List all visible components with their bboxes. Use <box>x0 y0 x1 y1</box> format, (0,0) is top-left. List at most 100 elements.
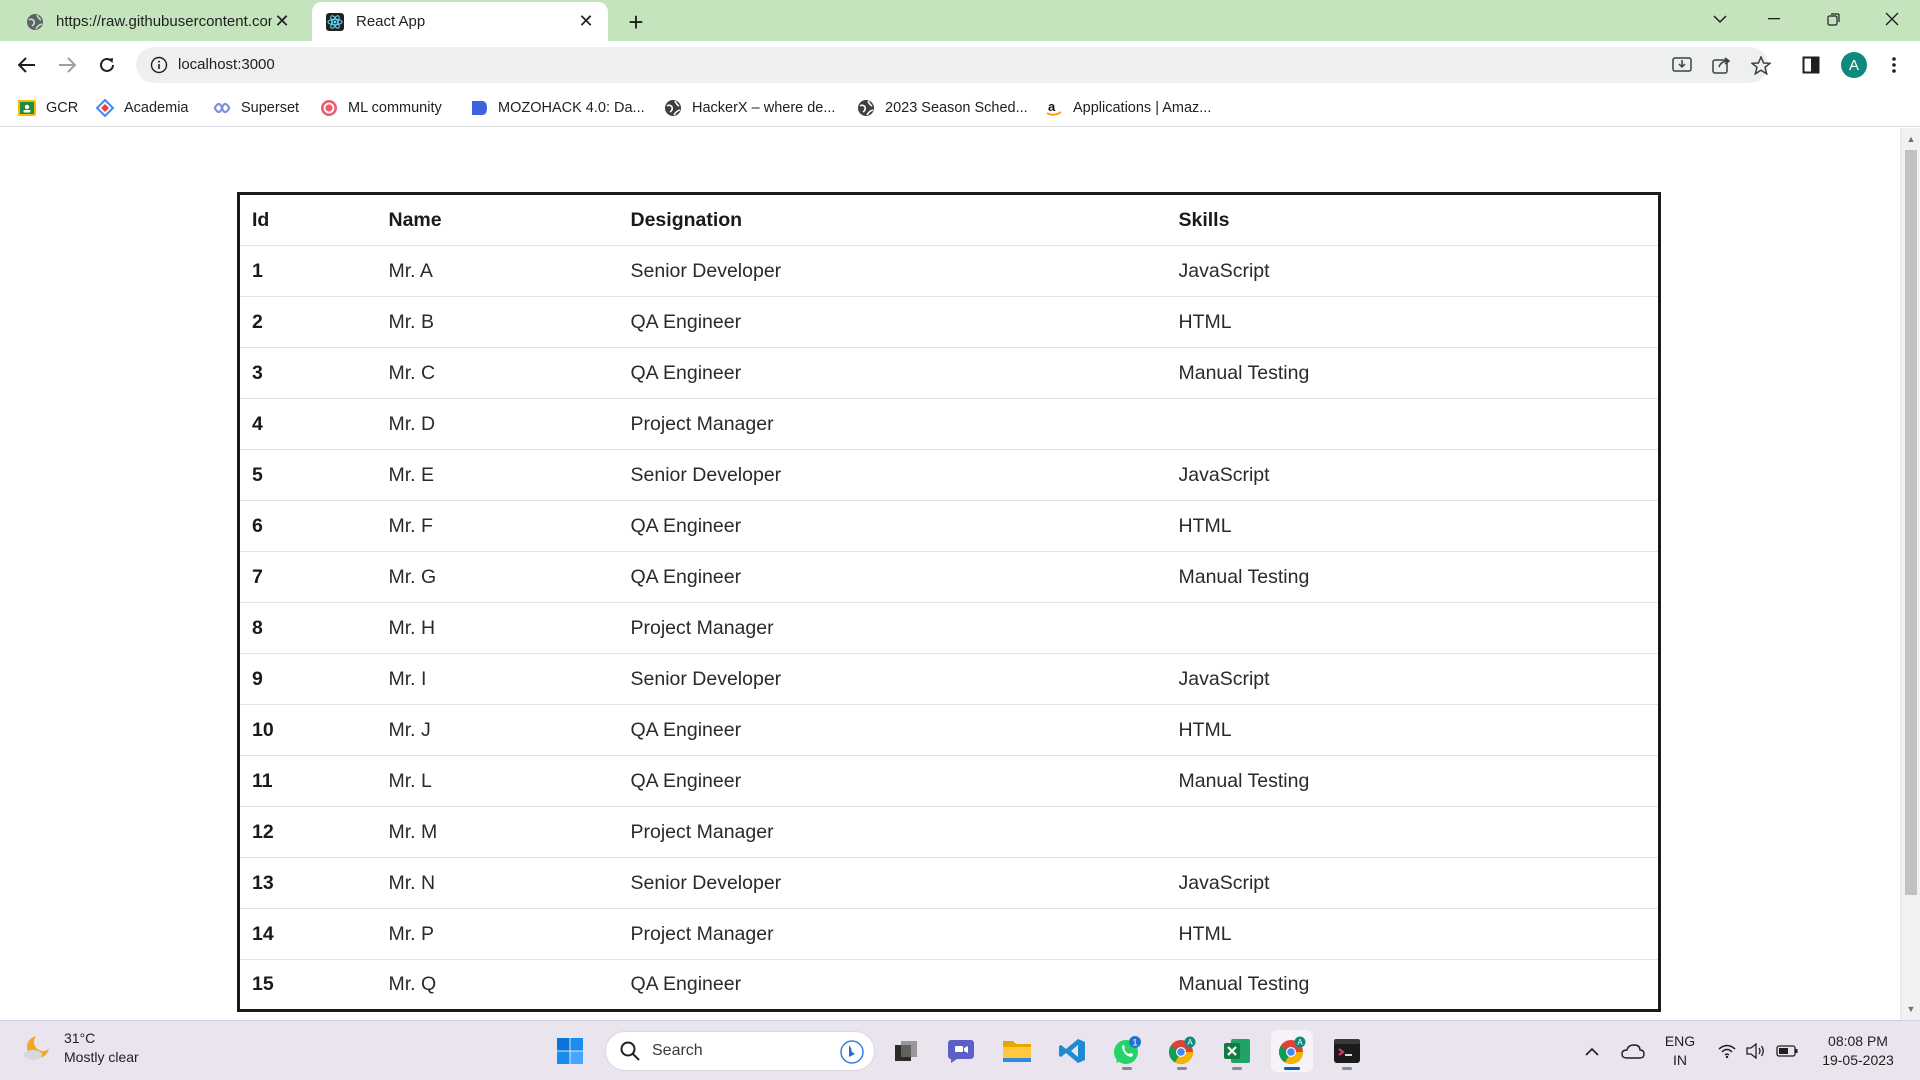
cell-skills: HTML <box>1166 500 1660 552</box>
cell-skills <box>1166 806 1660 858</box>
reload-icon <box>100 57 114 72</box>
star-icon[interactable] <box>1750 55 1772 75</box>
cell-id: 6 <box>238 500 377 552</box>
mozohack-icon <box>470 99 488 117</box>
taskbar-search[interactable]: Search <box>605 1031 875 1071</box>
task-view-icon <box>895 1041 917 1061</box>
cell-skills: Manual Testing <box>1166 755 1660 807</box>
arrow-left-icon <box>18 57 35 73</box>
restore-button[interactable] <box>1805 0 1861 38</box>
bookmark-label: Applications | Amaz... <box>1073 100 1212 116</box>
taskbar-app-vscode[interactable] <box>1051 1030 1093 1072</box>
weather-widget[interactable]: 31°C Mostly clear <box>22 1029 139 1067</box>
cell-id: 14 <box>238 908 377 960</box>
table-row: 10 Mr. J QA Engineer HTML <box>238 704 1660 756</box>
cell-skills: HTML <box>1166 704 1660 756</box>
cell-skills: HTML <box>1166 908 1660 960</box>
cell-skills: JavaScript <box>1166 653 1660 705</box>
cell-id: 5 <box>238 449 377 501</box>
new-tab-button[interactable]: + <box>622 7 650 37</box>
bookmark-superset[interactable]: Superset <box>213 96 299 120</box>
cloud-icon <box>1621 1044 1645 1059</box>
cell-designation: Senior Developer <box>618 449 1167 501</box>
tab-search-button[interactable] <box>1692 0 1748 38</box>
minimize-icon <box>1768 18 1780 20</box>
cell-designation: Senior Developer <box>618 857 1167 909</box>
system-clock[interactable]: 08:08 PM 19-05-2023 <box>1810 1032 1906 1070</box>
tab-react-app[interactable]: React App ✕ <box>312 2 608 41</box>
windows-taskbar: 31°C Mostly clear Search 1 A A ENG IN 08… <box>0 1020 1920 1080</box>
site-info-icon[interactable] <box>150 56 168 74</box>
bookmark-label: 2023 Season Sched... <box>885 100 1028 116</box>
profile-button[interactable]: A <box>1840 51 1868 79</box>
kebab-menu-icon <box>1892 57 1896 73</box>
employee-table: Id Name Designation Skills 1 Mr. A Senior … <box>237 192 1661 1012</box>
quick-settings-button[interactable] <box>1713 1021 1803 1080</box>
taskbar-app-chrome-active[interactable]: A <box>1271 1030 1313 1072</box>
tab-github-raw[interactable]: https://raw.githubusercontent.com ✕ <box>8 2 304 41</box>
taskbar-app-whatsapp[interactable]: 1 <box>1106 1030 1148 1072</box>
cell-skills: JavaScript <box>1166 857 1660 909</box>
menu-button[interactable] <box>1880 51 1908 79</box>
back-button[interactable] <box>11 49 43 81</box>
bookmark-label: HackerX – where de... <box>692 100 836 116</box>
cell-skills: Manual Testing <box>1166 551 1660 603</box>
column-header-designation: Designation <box>618 193 1167 246</box>
taskbar-app-terminal[interactable] <box>1326 1030 1368 1072</box>
scroll-up-icon[interactable]: ▲ <box>1906 134 1916 144</box>
forward-button[interactable] <box>51 49 83 81</box>
onedrive-button[interactable] <box>1617 1021 1649 1080</box>
bookmarks-bar: GCR Academia Superset ML community MOZOH… <box>0 89 1920 127</box>
cell-skills: Manual Testing <box>1166 347 1660 399</box>
scrollbar-thumb[interactable] <box>1905 150 1917 895</box>
start-button[interactable] <box>549 1030 591 1072</box>
bookmark-gcr[interactable]: GCR <box>18 96 78 120</box>
minimize-button[interactable] <box>1746 0 1802 38</box>
bookmark-label: Superset <box>241 100 300 116</box>
side-panel-icon <box>1802 56 1820 74</box>
cell-id: 3 <box>238 347 377 399</box>
bookmark-season-schedule[interactable]: 2023 Season Sched... <box>857 96 1028 120</box>
taskbar-app-teams[interactable] <box>940 1030 982 1072</box>
cell-id: 12 <box>238 806 377 858</box>
address-bar[interactable]: localhost:3000 <box>136 47 1771 83</box>
wifi-icon <box>1718 1044 1736 1058</box>
bookmark-amazon-applications[interactable]: a Applications | Amaz... <box>1045 96 1211 120</box>
classroom-icon <box>18 99 36 117</box>
table-row: 14 Mr. P Project Manager HTML <box>238 908 1660 960</box>
side-panel-button[interactable] <box>1797 51 1825 79</box>
close-tab-icon[interactable]: ✕ <box>272 11 292 32</box>
column-header-name: Name <box>376 193 619 246</box>
bookmark-academia[interactable]: Academia <box>96 96 188 120</box>
vertical-scrollbar[interactable]: ▲ ▼ <box>1900 128 1920 1020</box>
share-icon[interactable] <box>1711 55 1733 75</box>
cell-name: Mr. A <box>376 245 619 297</box>
reload-button[interactable] <box>91 49 123 81</box>
cell-skills <box>1166 398 1660 450</box>
table-row: 1 Mr. A Senior Developer JavaScript <box>238 245 1660 297</box>
table-row: 9 Mr. I Senior Developer JavaScript <box>238 653 1660 705</box>
running-indicator <box>1232 1067 1242 1070</box>
show-hidden-icons-button[interactable] <box>1578 1021 1606 1080</box>
volume-icon <box>1746 1043 1764 1059</box>
react-icon <box>326 12 344 31</box>
table-row: 5 Mr. E Senior Developer JavaScript <box>238 449 1660 501</box>
table-row: 12 Mr. M Project Manager <box>238 806 1660 858</box>
bookmark-ml-community[interactable]: ML community <box>320 96 442 120</box>
taskbar-app-task-view[interactable] <box>885 1030 927 1072</box>
scroll-down-icon[interactable]: ▼ <box>1906 1004 1916 1014</box>
svg-text:a: a <box>1048 99 1056 114</box>
taskbar-app-file-explorer[interactable] <box>996 1030 1038 1072</box>
cell-name: Mr. D <box>376 398 619 450</box>
install-app-icon[interactable] <box>1671 55 1693 75</box>
bookmark-mozohack[interactable]: MOZOHACK 4.0: Da... <box>470 96 645 120</box>
bookmark-hackerx[interactable]: HackerX – where de... <box>664 96 835 120</box>
taskbar-app-excel[interactable] <box>1216 1030 1258 1072</box>
bookmark-label: MOZOHACK 4.0: Da... <box>498 100 645 116</box>
table-body: 1 Mr. A Senior Developer JavaScript 2 Mr. B QA… <box>238 245 1660 1011</box>
close-tab-icon[interactable]: ✕ <box>576 11 596 32</box>
cell-id: 1 <box>238 245 377 297</box>
taskbar-app-chrome-profile[interactable]: A <box>1161 1030 1203 1072</box>
language-indicator[interactable]: ENG IN <box>1660 1021 1700 1080</box>
close-window-button[interactable] <box>1864 0 1920 38</box>
